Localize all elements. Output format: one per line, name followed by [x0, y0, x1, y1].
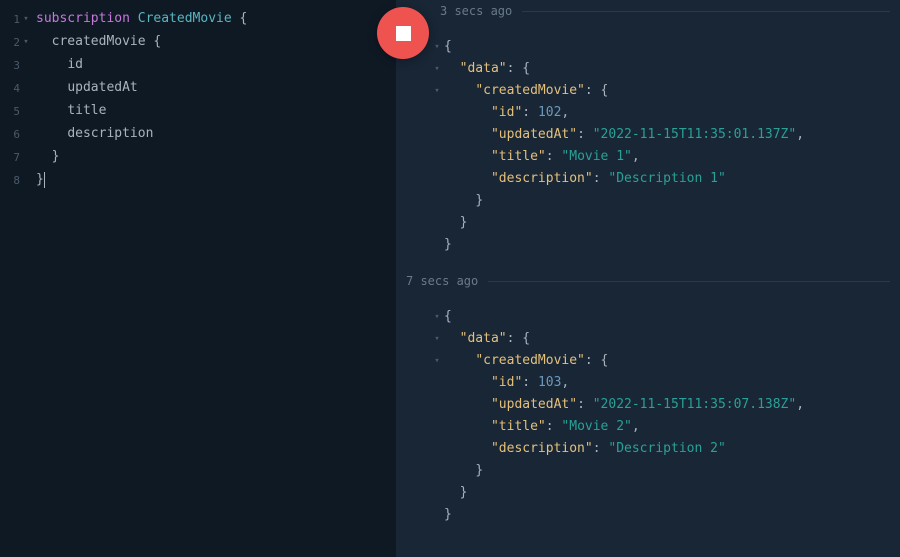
divider [488, 281, 890, 282]
json-line: } [406, 212, 890, 234]
line-number: 6 [0, 123, 20, 146]
event-timestamp-header: 7 secs ago [406, 270, 890, 292]
fold-toggle-icon[interactable]: ▾ [430, 36, 444, 58]
json-line: ▾ "data": { [406, 58, 890, 80]
json-line: "title": "Movie 2", [406, 416, 890, 438]
json-line: } [406, 504, 890, 526]
query-editor-panel[interactable]: 1 ▾ subscription CreatedMovie { 2 ▾ crea… [0, 0, 396, 557]
json-line: ▾ { [406, 306, 890, 328]
subscription-results-panel[interactable]: 3 secs ago ▾ { ▾ "data": { ▾ "createdMov… [396, 0, 900, 557]
line-number: 5 [0, 100, 20, 123]
code-content[interactable]: title [32, 100, 106, 122]
text-cursor [44, 172, 45, 188]
line-number: 2 [0, 31, 20, 54]
fold-toggle-icon[interactable]: ▾ [430, 306, 444, 328]
json-line: } [406, 190, 890, 212]
fold-toggle-icon[interactable]: ▾ [430, 350, 444, 372]
code-line[interactable]: 4 updatedAt [0, 77, 396, 100]
json-line: "title": "Movie 1", [406, 146, 890, 168]
code-line[interactable]: 6 description [0, 123, 396, 146]
line-number: 1 [0, 8, 20, 31]
json-line: "id": 103, [406, 372, 890, 394]
subscription-event: 7 secs ago ▾ { ▾ "data": { ▾ "createdMov… [406, 270, 890, 526]
fold-toggle-icon[interactable]: ▾ [430, 328, 444, 350]
code-line[interactable]: 8 } [0, 169, 396, 192]
code-line[interactable]: 2 ▾ createdMovie { [0, 31, 396, 54]
line-number: 8 [0, 169, 20, 192]
code-line[interactable]: 7 } [0, 146, 396, 169]
line-number: 7 [0, 146, 20, 169]
event-time-label: 7 secs ago [406, 274, 478, 288]
line-number: 4 [0, 77, 20, 100]
json-line: ▾ { [406, 36, 890, 58]
code-content[interactable]: updatedAt [32, 77, 138, 99]
code-line[interactable]: 5 title [0, 100, 396, 123]
json-line: "description": "Description 1" [406, 168, 890, 190]
code-content[interactable]: id [32, 54, 83, 76]
fold-toggle-icon[interactable]: ▾ [20, 31, 32, 53]
event-timestamp-header: 3 secs ago [406, 0, 890, 22]
code-content[interactable]: description [32, 123, 153, 145]
code-content[interactable]: createdMovie { [32, 31, 161, 53]
stop-subscription-button[interactable] [377, 7, 429, 59]
json-line: "updatedAt": "2022-11-15T11:35:01.137Z", [406, 124, 890, 146]
fold-toggle-icon[interactable]: ▾ [430, 58, 444, 80]
divider [522, 11, 890, 12]
json-line: } [406, 482, 890, 504]
json-line: "updatedAt": "2022-11-15T11:35:07.138Z", [406, 394, 890, 416]
stop-icon [396, 26, 411, 41]
code-line[interactable]: 3 id [0, 54, 396, 77]
json-line: ▾ "createdMovie": { [406, 80, 890, 102]
code-content[interactable]: } [32, 169, 45, 191]
json-line: ▾ "createdMovie": { [406, 350, 890, 372]
code-line[interactable]: 1 ▾ subscription CreatedMovie { [0, 8, 396, 31]
subscription-event: 3 secs ago ▾ { ▾ "data": { ▾ "createdMov… [406, 0, 890, 256]
code-content[interactable]: subscription CreatedMovie { [32, 8, 247, 30]
fold-toggle-icon[interactable]: ▾ [20, 8, 32, 30]
json-line: "id": 102, [406, 102, 890, 124]
fold-toggle-icon[interactable]: ▾ [430, 80, 444, 102]
json-line: ▾ "data": { [406, 328, 890, 350]
json-line: } [406, 234, 890, 256]
json-line: } [406, 460, 890, 482]
json-line: "description": "Description 2" [406, 438, 890, 460]
line-number: 3 [0, 54, 20, 77]
code-content[interactable]: } [32, 146, 59, 168]
